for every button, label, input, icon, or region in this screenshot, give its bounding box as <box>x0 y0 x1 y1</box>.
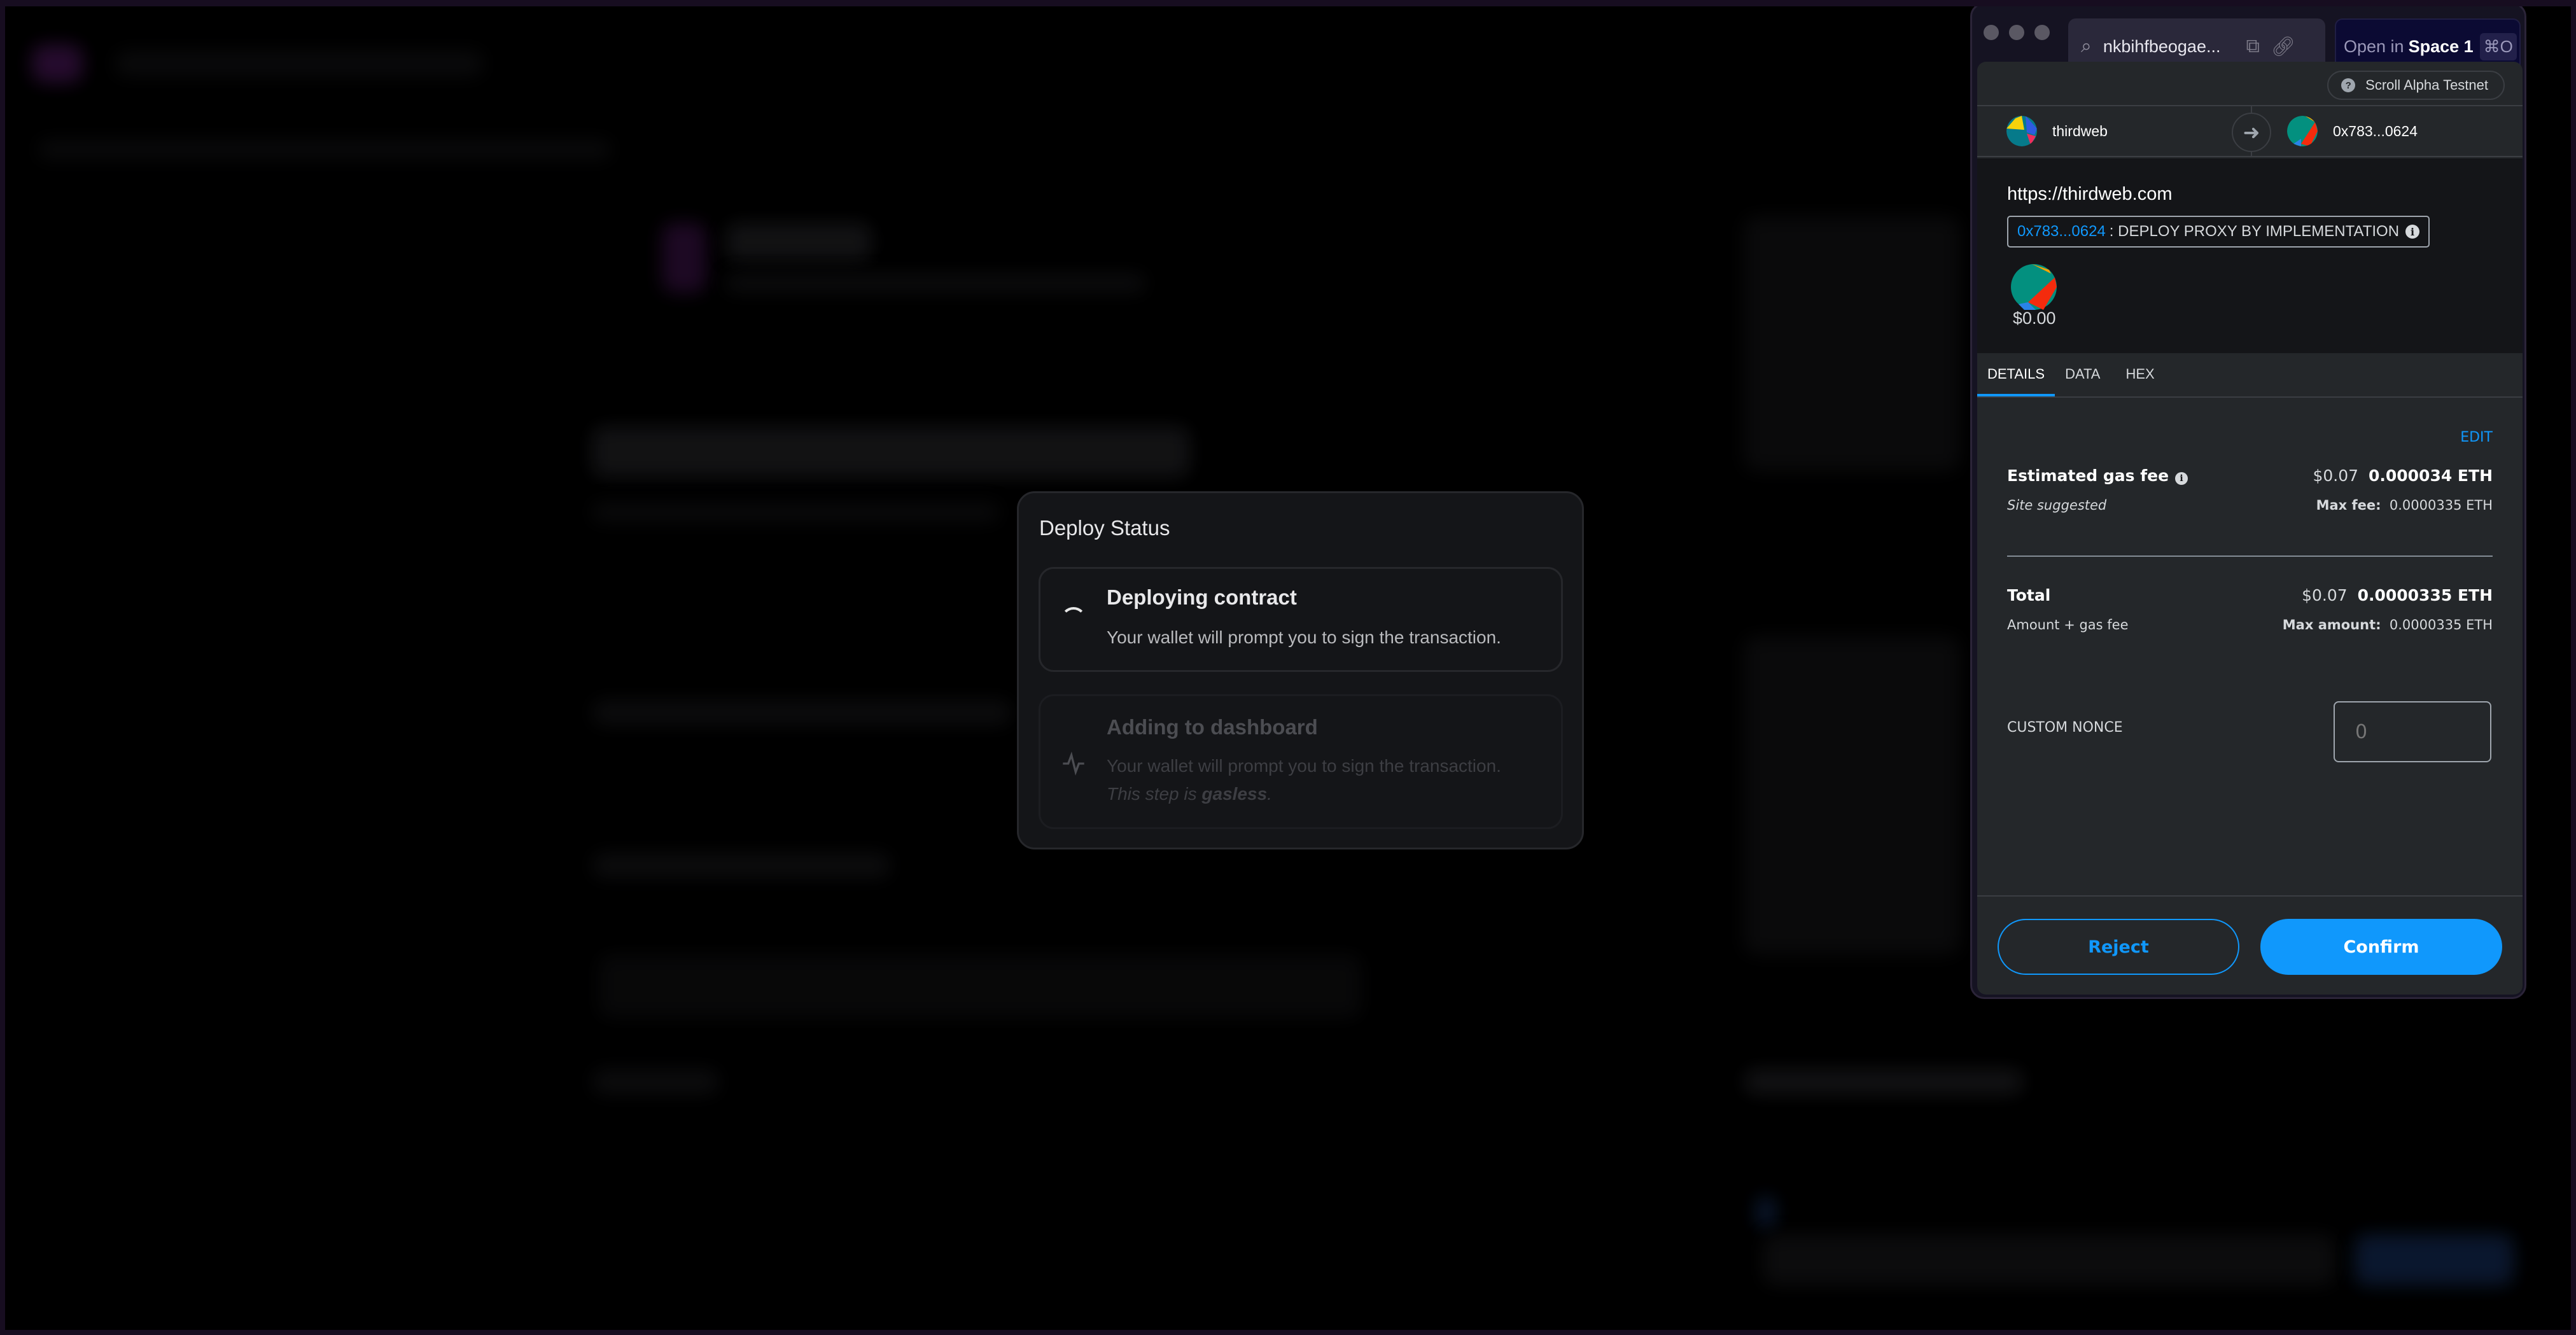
network-name: Scroll Alpha Testnet <box>2365 77 2488 93</box>
site-origin: https://thirdweb.com <box>2007 184 2173 204</box>
network-pill[interactable]: ? Scroll Alpha Testnet <box>2327 71 2505 100</box>
arrow-right-icon: ➜ <box>2232 113 2271 152</box>
note-prefix: This step is <box>1107 784 1202 804</box>
contract-avatar-icon <box>2011 264 2057 310</box>
to-avatar-icon <box>2287 116 2318 146</box>
space-label: Space 1 <box>2408 36 2474 56</box>
total-section: Total $0.07 0.0000335 ETH Amount + gas f… <box>2007 586 2493 633</box>
gas-fee-section: Estimated gas fee i $0.07 0.000034 ETH Si… <box>2007 466 2493 513</box>
background-button <box>2355 1234 2514 1285</box>
edit-gas-button[interactable]: EDIT <box>2460 430 2493 445</box>
background-heading <box>592 426 1190 477</box>
tab-hex[interactable]: HEX <box>2110 353 2164 396</box>
gas-fee-fiat: $0.07 <box>2313 466 2359 485</box>
app-logo <box>32 45 83 83</box>
total-label: Total <box>2007 586 2051 605</box>
url-text: nkbihfbeogae... <box>2103 36 2221 56</box>
step-deploying-contract: Deploying contract Your wallet will prom… <box>1039 567 1563 672</box>
extension-icon[interactable]: ⧉ <box>2246 36 2259 57</box>
background-text <box>1744 1069 2024 1094</box>
background-text <box>592 503 999 522</box>
tab-data[interactable]: DATA <box>2055 353 2110 396</box>
from-account[interactable]: thirdweb <box>2006 106 2108 156</box>
search-icon: ⌕ <box>2081 36 2092 57</box>
info-icon[interactable]: i <box>2175 472 2188 485</box>
note-emphasis: gasless <box>1201 784 1268 804</box>
question-icon: ? <box>2341 78 2356 92</box>
amount-value: $0.00 <box>2013 309 2056 328</box>
method-name: : DEPLOY PROXY BY IMPLEMENTATION <box>2109 223 2400 240</box>
background-subtitle <box>725 274 1145 293</box>
background-text <box>592 700 1012 725</box>
background-select <box>1763 1234 2335 1285</box>
custom-nonce-input[interactable] <box>2334 701 2491 762</box>
step-adding-to-dashboard: Adding to dashboard Your wallet will pro… <box>1039 694 1563 829</box>
note-suffix: . <box>1267 784 1272 804</box>
details-tabs: DETAILS DATA HEX <box>1977 353 2523 398</box>
activity-icon <box>1063 751 1084 776</box>
open-in-label: Open in <box>2344 36 2404 56</box>
method-box: 0x783...0624 : DEPLOY PROXY BY IMPLEMENT… <box>2007 216 2430 248</box>
close-window-button[interactable] <box>1984 25 1999 40</box>
divider <box>2007 556 2493 557</box>
to-account-address: 0x783...0624 <box>2333 122 2418 139</box>
max-fee-label: Max fee: <box>2316 498 2381 513</box>
step-description: Your wallet will prompt you to sign the … <box>1107 756 1501 776</box>
total-eth: 0.0000335 ETH <box>2357 586 2493 605</box>
minimize-window-button[interactable] <box>2009 25 2024 40</box>
gas-fee-label-text: Estimated gas fee <box>2007 466 2169 485</box>
background-text <box>592 1069 719 1094</box>
amount-plus-gas-label: Amount + gas fee <box>2007 617 2129 633</box>
spinner-icon <box>1061 607 1086 633</box>
gas-fee-eth: 0.000034 ETH <box>2368 466 2493 485</box>
from-account-name: thirdweb <box>2052 122 2108 139</box>
tab-details[interactable]: DETAILS <box>1977 353 2055 396</box>
background-sidebar <box>1744 216 1960 471</box>
background-title <box>725 223 872 261</box>
reject-button[interactable]: Reject <box>1998 919 2239 975</box>
max-amount-label: Max amount: <box>2282 617 2381 633</box>
deploy-status-dialog: Deploy Status Deploying contract Your wa… <box>1017 491 1584 849</box>
shortcut-badge: ⌘O <box>2479 32 2517 60</box>
background-list <box>598 954 1362 1018</box>
dialog-title: Deploy Status <box>1039 516 1170 540</box>
background-checkbox <box>1756 1196 1775 1228</box>
max-fee-value: 0.0000335 ETH <box>2389 498 2493 513</box>
transaction-summary: https://thirdweb.com 0x783...0624 : DEPL… <box>1977 158 2523 353</box>
account-row: thirdweb ➜ 0x783...0624 <box>1977 105 2523 157</box>
window-controls <box>1984 25 2050 40</box>
background-sidebar <box>1744 636 1960 954</box>
step-description: Your wallet will prompt you to sign the … <box>1107 627 1501 647</box>
custom-nonce-label: CUSTOM NONCE <box>2007 720 2123 736</box>
to-account[interactable]: 0x783...0624 <box>2287 106 2418 156</box>
link-icon[interactable]: 🔗︎ <box>2271 36 2295 58</box>
site-suggested-label: Site suggested <box>2007 498 2107 513</box>
step-title: Adding to dashboard <box>1107 715 1318 739</box>
total-fiat: $0.07 <box>2302 586 2348 605</box>
wallet-popup-window: ⌕ nkbihfbeogae... ⧉ 🔗︎ Open in Space 1 ⌘… <box>1970 3 2526 999</box>
info-icon[interactable]: i <box>2405 225 2420 239</box>
from-avatar-icon <box>2006 116 2037 146</box>
metamask-confirmation: ? Scroll Alpha Testnet thirdweb ➜ 0x783.… <box>1977 62 2523 995</box>
contract-address-link[interactable]: 0x783...0624 <box>2017 223 2106 241</box>
background-header <box>115 51 484 76</box>
gas-fee-label: Estimated gas fee i <box>2007 466 2188 485</box>
confirm-button[interactable]: Confirm <box>2260 919 2502 975</box>
footer-divider <box>1977 895 2523 897</box>
step-note: This step is gasless. <box>1107 784 1272 804</box>
contract-icon <box>662 223 706 293</box>
background-text <box>592 853 891 878</box>
background-nav <box>38 140 611 159</box>
step-title: Deploying contract <box>1107 585 1297 609</box>
max-amount-value: 0.0000335 ETH <box>2389 617 2493 633</box>
maximize-window-button[interactable] <box>2034 25 2050 40</box>
